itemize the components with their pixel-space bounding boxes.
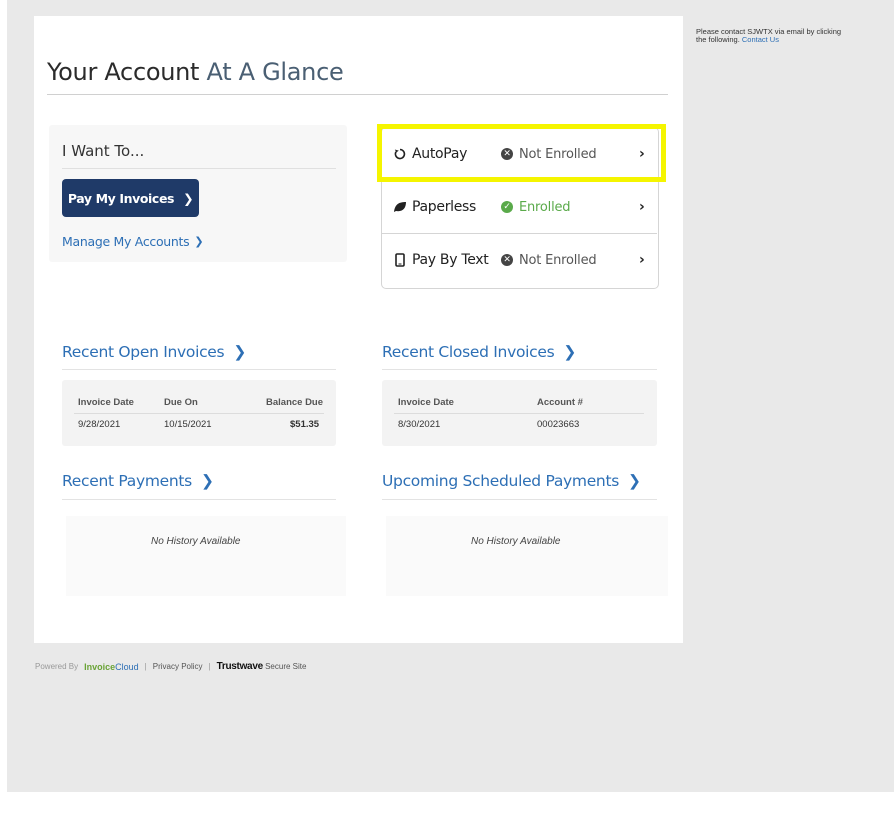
contact-us-link[interactable]: Contact Us: [742, 35, 779, 44]
chevron-right-icon: ❯: [563, 343, 577, 361]
divider: [382, 369, 657, 370]
pay-by-text-status: ✕ Not Enrolled: [501, 253, 597, 268]
column-header: Account #: [537, 397, 583, 408]
autopay-highlight-box: [377, 124, 666, 182]
paperless-row[interactable]: Paperless ✓ Enrolled ›: [381, 181, 657, 233]
recent-payments-panel: [66, 516, 346, 596]
recent-payments-label: Recent Payments: [62, 472, 192, 490]
invoicecloud-logo[interactable]: InvoiceCloud: [84, 662, 139, 672]
invoice-date-cell[interactable]: 8/30/2021: [398, 419, 440, 430]
privacy-policy-link[interactable]: Privacy Policy: [153, 662, 203, 671]
recent-closed-invoices-label: Recent Closed Invoices: [382, 343, 555, 361]
x-circle-icon: ✕: [501, 254, 513, 266]
pay-my-invoices-label: Pay My Invoices: [67, 190, 175, 206]
chevron-right-icon: ❯: [628, 472, 641, 490]
chevron-right-icon: ›: [639, 199, 645, 215]
page-title: Your Account At A Glance: [47, 58, 344, 86]
contact-note: Please contact SJWTX via email by clicki…: [696, 28, 846, 44]
column-header: Invoice Date: [398, 397, 454, 408]
phone-icon: [395, 253, 405, 267]
recent-payments-link[interactable]: Recent Payments ❯: [62, 472, 214, 490]
chevron-right-icon: ❯: [194, 235, 204, 248]
recent-open-invoices-label: Recent Open Invoices: [62, 343, 225, 361]
divider: [62, 168, 336, 169]
chevron-right-icon: ›: [639, 252, 645, 268]
chevron-right-icon: ❯: [183, 190, 194, 206]
recent-closed-invoices-link[interactable]: Recent Closed Invoices ❯: [382, 343, 576, 361]
account-number-cell: 00023663: [537, 419, 580, 430]
upcoming-scheduled-payments-link[interactable]: Upcoming Scheduled Payments ❯: [382, 472, 641, 490]
pay-by-text-label: Pay By Text: [412, 252, 489, 268]
balance-due-cell: $51.35: [290, 419, 320, 430]
title-divider: [47, 94, 668, 95]
divider: [62, 369, 336, 370]
due-on-cell: 10/15/2021: [164, 419, 212, 430]
column-header: Due On: [164, 397, 198, 408]
check-circle-icon: ✓: [501, 201, 513, 213]
divider: [382, 499, 657, 500]
footer: Powered By InvoiceCloud | Privacy Policy…: [35, 661, 306, 672]
leaf-icon: [394, 202, 406, 212]
divider: [74, 413, 324, 414]
i-want-to-heading: I Want To...: [62, 142, 145, 160]
manage-my-accounts-link[interactable]: Manage My Accounts ❯: [62, 234, 204, 249]
recent-open-invoices-link[interactable]: Recent Open Invoices ❯: [62, 343, 246, 361]
column-header: Balance Due: [266, 397, 324, 408]
paperless-label: Paperless: [412, 199, 477, 215]
pay-my-invoices-button[interactable]: Pay My Invoices ❯: [62, 179, 199, 217]
upcoming-scheduled-payments-label: Upcoming Scheduled Payments: [382, 472, 620, 490]
manage-my-accounts-label: Manage My Accounts: [62, 234, 190, 249]
separator: |: [208, 662, 211, 671]
paperless-status: ✓ Enrolled: [501, 200, 571, 215]
column-header: Invoice Date: [78, 397, 134, 408]
chevron-right-icon: ❯: [233, 343, 247, 361]
powered-by-text: Powered By: [35, 662, 79, 671]
separator: |: [144, 662, 147, 671]
trustwave-seal[interactable]: Trustwave Secure Site: [217, 661, 307, 672]
pay-by-text-row[interactable]: Pay By Text ✕ Not Enrolled ›: [381, 234, 657, 286]
empty-state-text: No History Available: [471, 536, 561, 547]
invoice-date-cell[interactable]: 9/28/2021: [78, 419, 120, 430]
scheduled-payments-panel: [386, 516, 668, 596]
divider: [62, 499, 336, 500]
chevron-right-icon: ❯: [200, 472, 214, 490]
divider: [394, 413, 644, 414]
empty-state-text: No History Available: [151, 536, 241, 547]
